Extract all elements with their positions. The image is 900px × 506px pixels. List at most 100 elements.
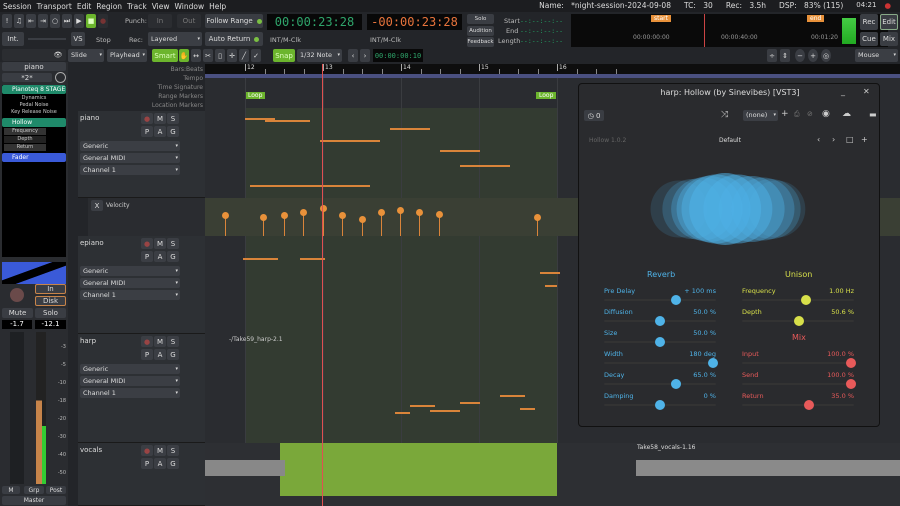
zoom-in-icon[interactable]: +	[808, 49, 818, 62]
playlist-button[interactable]: P	[141, 349, 153, 360]
param-frequency[interactable]: Frequency	[4, 128, 46, 135]
add-icon[interactable]: +	[861, 135, 868, 144]
menu-track[interactable]: Track	[127, 2, 147, 11]
pin-connections-icon[interactable]: ⤨	[721, 110, 728, 120]
grid-tool-icon[interactable]: ▯	[215, 49, 225, 62]
param-slider-thumb[interactable]	[655, 337, 665, 347]
instrument-select[interactable]: General MIDI	[80, 278, 180, 288]
param-slider[interactable]	[604, 362, 716, 364]
midi-note[interactable]	[265, 120, 310, 122]
record-icon[interactable]: ●	[98, 14, 108, 28]
param-pedal-noise[interactable]: Pedal Noise	[2, 102, 66, 108]
param-slider-thumb[interactable]	[655, 316, 665, 326]
velocity-point[interactable]	[378, 209, 385, 216]
bypass-icon[interactable]: ◉	[822, 109, 830, 119]
channel-select[interactable]: Channel 1	[80, 290, 180, 300]
midi-note[interactable]	[460, 402, 480, 404]
playlist-button[interactable]: P	[141, 251, 153, 262]
edit-point-select[interactable]: Playhead	[107, 49, 147, 62]
mini-start-marker[interactable]: start	[651, 15, 671, 22]
param-slider[interactable]	[742, 299, 854, 301]
edit-window-button[interactable]: Edit	[880, 14, 898, 30]
solo-button[interactable]: S	[167, 113, 179, 124]
preset-select[interactable]: (none)	[743, 110, 778, 121]
param-return[interactable]: Return	[4, 144, 46, 151]
rec-arm-icon[interactable]: ●	[141, 113, 153, 124]
content-tool-icon[interactable]: ✓	[251, 49, 261, 62]
velocity-point[interactable]	[436, 211, 443, 218]
velocity-point[interactable]	[397, 207, 404, 214]
nudge-forward-icon[interactable]: ›	[360, 49, 370, 62]
solo-button[interactable]: S	[167, 238, 179, 249]
midi-note[interactable]	[320, 140, 380, 142]
grid-select[interactable]: 1/32 Note	[297, 49, 342, 62]
automation-button[interactable]: A	[154, 349, 166, 360]
smart-mode-button[interactable]: Smart	[152, 49, 178, 62]
param-slider[interactable]	[604, 299, 716, 301]
midnam-select[interactable]: Generic	[80, 266, 180, 276]
midi-note[interactable]	[430, 410, 460, 412]
track-name[interactable]: epiano	[80, 239, 104, 247]
midi-note[interactable]	[250, 185, 370, 187]
gain-display[interactable]: -1.7	[2, 320, 32, 329]
panner[interactable]	[2, 262, 66, 284]
param-slider[interactable]	[742, 383, 854, 385]
record-arm-icon[interactable]	[10, 288, 24, 302]
rec-window-button[interactable]: Rec	[860, 14, 878, 30]
cut-tool-icon[interactable]: ✂	[203, 49, 213, 62]
menu-window[interactable]: Window	[175, 2, 205, 11]
stretch-tool-icon[interactable]: ✛	[227, 49, 237, 62]
panic-icon[interactable]: !	[2, 14, 12, 28]
param-slider-thumb[interactable]	[670, 295, 681, 305]
channel-select[interactable]: Channel 1	[80, 165, 180, 175]
param-slider-thumb[interactable]	[801, 295, 812, 305]
velocity-point[interactable]	[534, 214, 541, 221]
zoom-out-icon[interactable]: −	[795, 49, 805, 62]
velocity-point[interactable]	[339, 212, 346, 219]
delete-preset-icon[interactable]: ⊘	[807, 110, 813, 118]
cue-window-button[interactable]: Cue	[860, 32, 878, 46]
menu-transport[interactable]: Transport	[37, 2, 72, 11]
velocity-point[interactable]	[281, 212, 288, 219]
velocity-point[interactable]	[300, 209, 307, 216]
mini-timeline[interactable]: start end 00:00:00:00 00:00:40:00 00:01:…	[571, 14, 888, 47]
expand-tracks-icon[interactable]: ⇕	[780, 49, 790, 62]
automation-button[interactable]: A	[154, 251, 166, 262]
nudge-clock[interactable]: 00:00:00:10	[373, 49, 423, 62]
instrument-select[interactable]: General MIDI	[80, 376, 180, 386]
track-header-piano[interactable]: piano ● M S P A G Generic General MIDI C…	[78, 111, 205, 198]
solo-button[interactable]: S	[167, 445, 179, 456]
mute-button[interactable]: M	[154, 113, 166, 124]
group-button[interactable]: G	[167, 126, 179, 137]
param-depth[interactable]: Depth	[4, 136, 46, 143]
velocity-point[interactable]	[222, 212, 229, 219]
param-dynamics[interactable]: Dynamics	[2, 95, 66, 101]
input-button-icon[interactable]	[55, 72, 66, 83]
menu-help[interactable]: Help	[209, 2, 226, 11]
play-icon[interactable]: ▶	[74, 14, 84, 28]
play-range-icon[interactable]: ⏭	[62, 14, 72, 28]
int-button[interactable]: Int.	[2, 32, 24, 46]
output-button[interactable]: Master	[2, 496, 66, 505]
automation-icon[interactable]: ☁	[842, 109, 851, 119]
rec-arm-icon[interactable]: ●	[141, 238, 153, 249]
automation-button[interactable]: A	[154, 126, 166, 137]
rec-arm-icon[interactable]: ●	[141, 336, 153, 347]
plugin-hollow[interactable]: Hollow	[2, 118, 66, 127]
rec-mode-select[interactable]: Layered	[148, 32, 202, 46]
param-slider-thumb[interactable]	[670, 379, 681, 389]
midi-note[interactable]	[460, 165, 510, 167]
goto-end-icon[interactable]: ⇥	[38, 14, 48, 28]
track-name[interactable]: vocals	[80, 446, 102, 454]
velocity-point[interactable]	[416, 209, 423, 216]
zoom-session-icon[interactable]: ◎	[821, 49, 831, 62]
midi-note[interactable]	[410, 405, 435, 407]
feedback-button[interactable]: Feedback	[467, 37, 494, 47]
group-button[interactable]: G	[167, 251, 179, 262]
midi-note[interactable]	[440, 150, 480, 152]
draw-tool-icon[interactable]: ╱	[239, 49, 249, 62]
solo-button[interactable]: S	[167, 336, 179, 347]
loop-start-marker[interactable]: Loop	[245, 92, 266, 99]
minimize-icon[interactable]: _	[841, 87, 845, 96]
bars-beats-ruler[interactable]	[205, 64, 900, 74]
